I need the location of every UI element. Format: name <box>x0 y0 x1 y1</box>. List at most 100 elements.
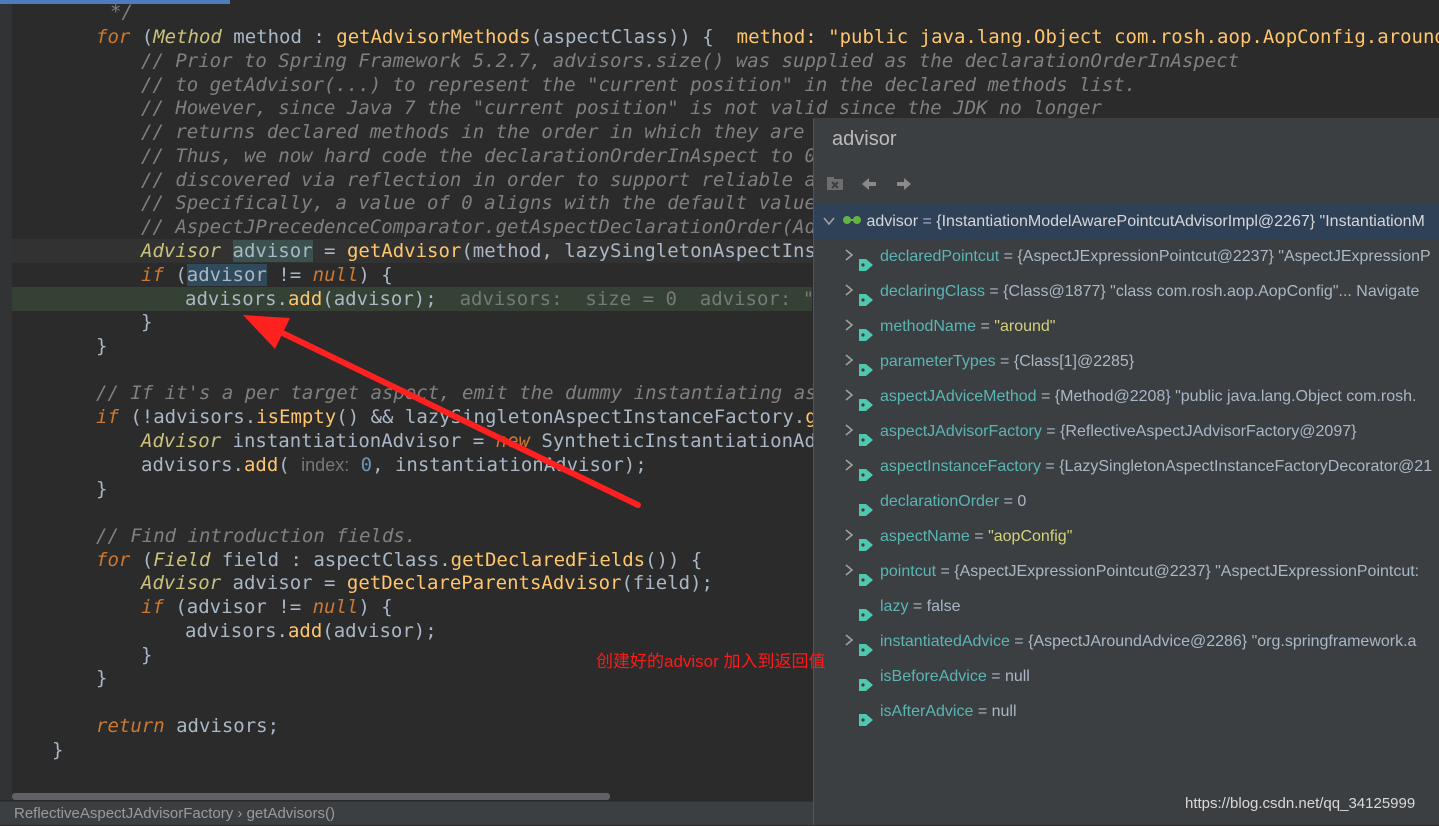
code-comment: // returns declared methods in the order… <box>141 121 839 143</box>
field-tag-icon <box>858 600 874 621</box>
field-equals: = <box>986 668 1005 685</box>
field-name: parameterTypes <box>880 353 996 370</box>
code-comment: // Prior to Spring Framework 5.2.7, advi… <box>141 50 1240 72</box>
code-brace: } <box>96 335 108 357</box>
field-name: aspectJAdviceMethod <box>880 388 1037 405</box>
code-line: return advisors; <box>96 715 280 737</box>
variable-root-row[interactable]: advisor = {InstantiationModelAwarePointc… <box>814 204 1439 239</box>
horizontal-scrollbar-thumb[interactable] <box>12 793 610 800</box>
code-line: */ <box>110 1 133 23</box>
field-name: pointcut <box>880 563 937 580</box>
variable-field-row[interactable]: isBeforeAdvice = null <box>814 659 1439 694</box>
variable-field-row[interactable]: isAfterAdvice = null <box>814 694 1439 729</box>
breadcrumb-method[interactable]: getAdvisors() <box>247 805 335 822</box>
forward-icon[interactable] <box>893 176 915 196</box>
code-brace: } <box>141 644 153 666</box>
code-line: Advisor instantiationAdvisor = new Synth… <box>141 430 839 452</box>
remove-icon[interactable] <box>824 176 846 196</box>
debugger-variable-popup: advisor advisor = {InstantiationModelAwa… <box>813 118 1439 825</box>
field-equals: = <box>999 248 1018 265</box>
variable-field-row[interactable]: lazy = false <box>814 589 1439 624</box>
chevron-right-icon[interactable] <box>840 309 858 344</box>
field-value: {Class[1]@2285} <box>1013 353 1135 370</box>
editor-gutter[interactable] <box>0 0 12 800</box>
code-line: for (Field field : aspectClass.getDeclar… <box>96 549 703 571</box>
variable-field-row[interactable]: aspectName = "aopConfig" <box>814 519 1439 554</box>
field-value: "around" <box>994 318 1056 335</box>
field-tag-icon <box>858 705 874 726</box>
field-name: isBeforeAdvice <box>880 668 987 685</box>
variable-field-row[interactable]: methodName = "around" <box>814 309 1439 344</box>
code-line: advisors.add(advisor); <box>185 620 437 642</box>
chevron-down-icon[interactable] <box>820 204 838 239</box>
code-line: advisors.add( index: 0, instantiationAdv… <box>141 454 647 476</box>
field-name: declaredPointcut <box>880 248 1000 265</box>
code-line: advisors.add(advisor); advisors: size = … <box>185 288 838 310</box>
chevron-right-icon[interactable] <box>840 554 858 589</box>
field-equals: = <box>1040 458 1060 475</box>
variable-field-row[interactable]: declaredPointcut = {AspectJExpressionPoi… <box>814 239 1439 274</box>
code-comment: // If it's a per target aspect, emit the… <box>96 382 840 404</box>
field-equals: = <box>984 283 1004 300</box>
variable-field-row[interactable]: declarationOrder = 0 <box>814 484 1439 519</box>
field-tag-icon <box>858 285 874 306</box>
variable-field-row[interactable]: parameterTypes = {Class[1]@2285} <box>814 344 1439 379</box>
code-brace: } <box>141 311 153 333</box>
field-tag-icon <box>858 460 874 481</box>
chevron-right-icon[interactable] <box>840 449 858 484</box>
code-brace: } <box>52 739 64 761</box>
code-line: for (Method method : getAdvisorMethods(a… <box>96 26 1439 48</box>
variable-field-row[interactable]: pointcut = {AspectJExpressionPointcut@22… <box>814 554 1439 589</box>
annotation-text: 创建好的advisor 加入到返回值 <box>596 652 826 671</box>
variable-field-row[interactable]: instantiatedAdvice = {AspectJAroundAdvic… <box>814 624 1439 659</box>
field-tag-icon <box>858 565 874 586</box>
code-comment: // to getAdvisor(...) to represent the "… <box>141 74 1137 96</box>
field-value: null <box>991 703 1017 720</box>
field-name: isAfterAdvice <box>880 703 974 720</box>
field-equals: = <box>976 318 995 335</box>
field-tag-icon <box>858 250 874 271</box>
field-equals: = <box>1041 423 1061 440</box>
variable-field-row[interactable]: aspectJAdvisorFactory = {ReflectiveAspec… <box>814 414 1439 449</box>
field-tag-icon <box>858 495 874 516</box>
field-value: false <box>926 598 961 615</box>
chevron-right-icon[interactable] <box>840 379 858 414</box>
code-comment: // Thus, we now hard code the declaratio… <box>141 145 839 167</box>
field-name: declaringClass <box>880 283 985 300</box>
field-equals: = <box>908 598 927 615</box>
field-value: {LazySingletonAspectInstanceFactoryDecor… <box>1059 458 1433 475</box>
field-equals: = <box>999 493 1018 510</box>
field-name: lazy <box>880 598 909 615</box>
chevron-right-icon[interactable] <box>840 519 858 554</box>
field-equals: = <box>936 563 955 580</box>
field-name: aspectName <box>880 528 970 545</box>
variable-field-row[interactable]: declaringClass = {Class@1877} "class com… <box>814 274 1439 309</box>
chevron-right-icon[interactable] <box>840 344 858 379</box>
code-brace: } <box>96 667 108 689</box>
breadcrumb: ReflectiveAspectJAdvisorFactory › getAdv… <box>0 801 813 825</box>
field-equals: = <box>1009 633 1029 650</box>
variable-field-row[interactable]: aspectInstanceFactory = {LazySingletonAs… <box>814 449 1439 484</box>
field-value: "aopConfig" <box>988 528 1073 545</box>
field-tag-icon <box>858 530 874 551</box>
field-value: 0 <box>1017 493 1027 510</box>
field-value: {ReflectiveAspectJAdvisorFactory@2097} <box>1060 423 1357 440</box>
code-line: if (!advisors.isEmpty() && lazySingleton… <box>96 406 840 428</box>
field-tag-icon <box>858 355 874 376</box>
field-name: aspectJAdvisorFactory <box>880 423 1042 440</box>
chevron-right-icon[interactable] <box>840 624 858 659</box>
field-equals: = <box>969 528 989 545</box>
code-line: Advisor advisor = getAdvisor(method, laz… <box>141 240 839 262</box>
code-line: if (advisor != null) { <box>141 264 393 286</box>
breadcrumb-class[interactable]: ReflectiveAspectJAdvisorFactory <box>14 805 233 822</box>
chevron-right-icon[interactable] <box>840 414 858 449</box>
code-comment: // discovered via reflection in order to… <box>141 169 839 191</box>
field-value: {AspectJExpressionPointcut@2237} "Aspect… <box>1017 248 1431 265</box>
field-value: null <box>1004 668 1030 685</box>
chevron-right-icon[interactable] <box>840 274 858 309</box>
field-tag-icon <box>858 670 874 691</box>
chevron-right-icon[interactable] <box>840 239 858 274</box>
field-name: methodName <box>880 318 977 335</box>
variable-field-row[interactable]: aspectJAdviceMethod = {Method@2208} "pub… <box>814 379 1439 414</box>
back-icon[interactable] <box>858 176 880 196</box>
